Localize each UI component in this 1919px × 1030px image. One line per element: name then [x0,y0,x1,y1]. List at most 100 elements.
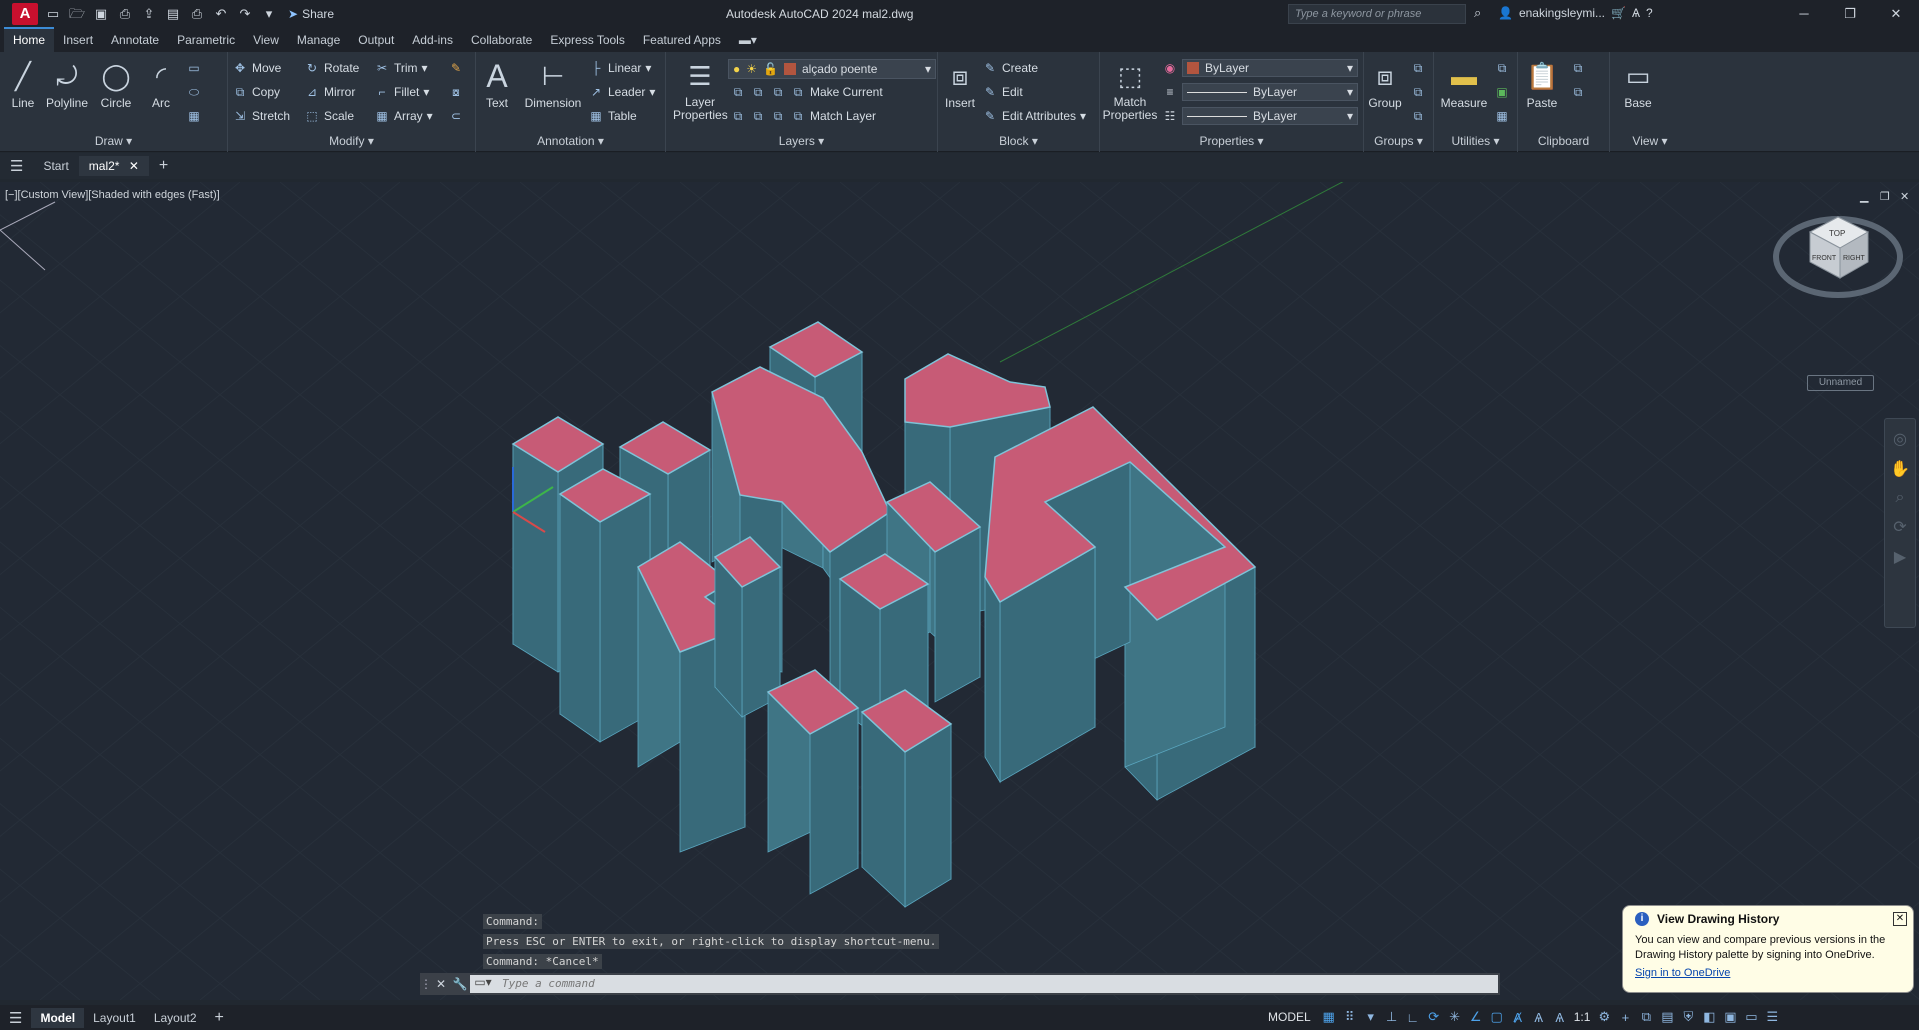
tab-view[interactable]: View [244,29,288,52]
tab-model[interactable]: Model [31,1007,85,1028]
ungroup-button[interactable]: ⧉ [1410,58,1426,78]
ribbon-display-toggle[interactable]: ▬▾ [730,29,766,52]
explode-button[interactable]: ⧇ [448,82,464,102]
undo-icon[interactable]: ↶ [212,5,230,23]
panel-properties-title[interactable]: Properties ▾ [1100,134,1363,148]
close-tab-icon[interactable]: ✕ [129,159,139,173]
plot-icon[interactable]: ▤ [164,5,182,23]
ortho-icon[interactable]: ⟳ [1427,1009,1441,1025]
search-icon[interactable]: ⌕ [1474,5,1481,21]
linetype-icon-button[interactable]: ☷ [1162,106,1178,126]
tab-manage[interactable]: Manage [288,29,349,52]
panel-layers-title[interactable]: Layers ▾ [666,134,937,148]
tab-insert[interactable]: Insert [54,29,102,52]
command-grip-icon[interactable]: ⋮ [420,977,432,991]
layout-menu-icon[interactable]: ☰ [0,1006,31,1030]
tab-collaborate[interactable]: Collaborate [462,29,541,52]
showmotion-icon[interactable]: ▶ [1885,547,1915,567]
layer-properties-button[interactable]: ☰ Layer Properties [670,58,730,122]
command-customize-icon[interactable]: 🔧 [450,977,470,991]
trim-button[interactable]: ✂ Trim ▾ [374,58,428,78]
command-input[interactable]: Type a command [496,975,1498,993]
quick-properties-icon[interactable]: ▤ [1660,1009,1674,1025]
sign-in-onedrive-link[interactable]: Sign in to OneDrive [1635,967,1905,979]
offset-button[interactable]: ⊂ [448,106,464,126]
group-select-button[interactable]: ⧉ [1410,106,1426,126]
qa-customize-icon[interactable]: ▾ [260,5,278,23]
annotation-monitor-icon[interactable]: + [1618,1010,1632,1025]
tab-layout2[interactable]: Layout2 [145,1008,206,1028]
group-edit-button[interactable]: ⧉ [1410,82,1426,102]
layer-tool-row-1[interactable]: ⧉ ⧉ ⧉ ⧉ Make Current [730,82,883,102]
leader-button[interactable]: ↗ Leader ▾ [588,82,655,102]
tab-layout1[interactable]: Layout1 [84,1008,145,1028]
tab-active-drawing[interactable]: mal2* ✕ [78,156,149,176]
units-icon[interactable]: ⧉ [1639,1009,1653,1025]
tab-featured-apps[interactable]: Featured Apps [634,29,730,52]
redo-icon[interactable]: ↷ [236,5,254,23]
isolate-objects-icon[interactable]: ◧ [1702,1009,1716,1025]
model-scene[interactable]: TOP FRONT RIGHT [0,182,1919,1000]
isodraft-icon[interactable]: ∠ [1469,1009,1483,1025]
save-to-web-icon[interactable]: ⇪ [140,5,158,23]
move-button[interactable]: ✥ Move [232,58,281,78]
lock-ui-icon[interactable]: ⛨ [1681,1009,1695,1025]
panel-clipboard-title[interactable]: Clipboard [1518,134,1609,148]
autocad-logo[interactable]: A [12,3,38,25]
linetype-dropdown[interactable]: ByLayer ▾ [1182,83,1358,101]
search-input[interactable]: Type a keyword or phrase [1288,4,1466,24]
panel-annotation-title[interactable]: Annotation ▾ [476,134,665,148]
workspace-gear-icon[interactable]: ⚙ [1597,1009,1611,1025]
create-block-button[interactable]: ✎ Create [982,58,1038,78]
tab-start[interactable]: Start [33,156,78,176]
minimize-button[interactable]: ─ [1784,4,1824,24]
autodesk-account-icon[interactable]: Ѧ [1632,6,1640,20]
array-button[interactable]: ▦ Array ▾ [374,106,432,126]
table-button[interactable]: ▦ Table [588,106,636,126]
scale-button[interactable]: ⬚ Scale [304,106,354,126]
annotation-scale-icon[interactable]: Ѧ [1553,1010,1567,1025]
calculator-button[interactable]: ▦ [1494,106,1510,126]
user-menu[interactable]: 👤 enakingsleymi... 🛒 Ѧ ? [1498,6,1653,20]
rectangle-button[interactable]: ▭ [186,58,202,78]
drawing-viewport[interactable]: TOP FRONT RIGHT [−][Custom View][Shaded wi… [0,182,1919,1000]
customization-icon[interactable]: ☰ [1765,1009,1779,1025]
tab-add-ins[interactable]: Add-ins [403,29,462,52]
color-wheel-button[interactable]: ◉ [1162,58,1178,78]
open-folder-icon[interactable]: 🗁 [68,5,86,23]
notification-close-button[interactable]: ✕ [1893,912,1907,926]
insert-button[interactable]: ⧈ Insert [942,58,978,110]
polar-icon[interactable]: ✳ [1448,1009,1462,1025]
zoom-extents-icon[interactable]: ⌕ [1885,489,1915,507]
maximize-button[interactable]: ❐ [1830,4,1870,24]
panel-groups-title[interactable]: Groups ▾ [1364,134,1433,148]
new-file-icon[interactable]: ▭ [44,5,62,23]
infer-constraints-icon[interactable]: ⊥ [1385,1009,1399,1025]
snap-menu-icon[interactable]: ▾ [1364,1009,1378,1025]
print-icon[interactable]: ⎙ [188,5,206,23]
copy-button[interactable]: ⧉ Copy [232,82,280,102]
tab-parametric[interactable]: Parametric [168,29,244,52]
close-window-button[interactable]: ✕ [1876,4,1916,24]
viewport-controls-label[interactable]: [−][Custom View][Shaded with edges (Fast… [5,189,220,201]
base-button[interactable]: ▭ Base [1618,58,1658,110]
pan-icon[interactable]: ✋ [1885,459,1915,479]
ucs-menu[interactable]: Unnamed [1807,375,1874,391]
polyline-button[interactable]: ⤾ Polyline [42,58,92,110]
linear-button[interactable]: ├ Linear ▾ [588,58,652,78]
line-button[interactable]: ╱ Line [6,58,40,110]
help-icon[interactable]: ? [1646,6,1653,20]
stretch-button[interactable]: ⇲ Stretch [232,106,290,126]
text-button[interactable]: A Text [480,58,514,110]
layer-dropdown[interactable]: ● ☀ 🔓 alçado poente ▾ [728,59,936,79]
edit-block-button[interactable]: ✎ Edit [982,82,1023,102]
color-dropdown[interactable]: ByLayer ▾ [1182,59,1358,77]
object-snap-icon[interactable]: ▢ [1490,1009,1504,1025]
measure-button[interactable]: ▬ Measure [1438,58,1490,110]
panel-draw-title[interactable]: Draw ▾ [0,134,227,148]
panel-block-title[interactable]: Block ▾ [938,134,1099,148]
cut-button[interactable]: ⧉ [1570,58,1586,78]
edit-attributes-button[interactable]: ✎ Edit Attributes ▾ [982,106,1086,126]
command-close-icon[interactable]: ✕ [432,977,450,991]
model-space-toggle[interactable]: MODEL [1268,1010,1311,1024]
